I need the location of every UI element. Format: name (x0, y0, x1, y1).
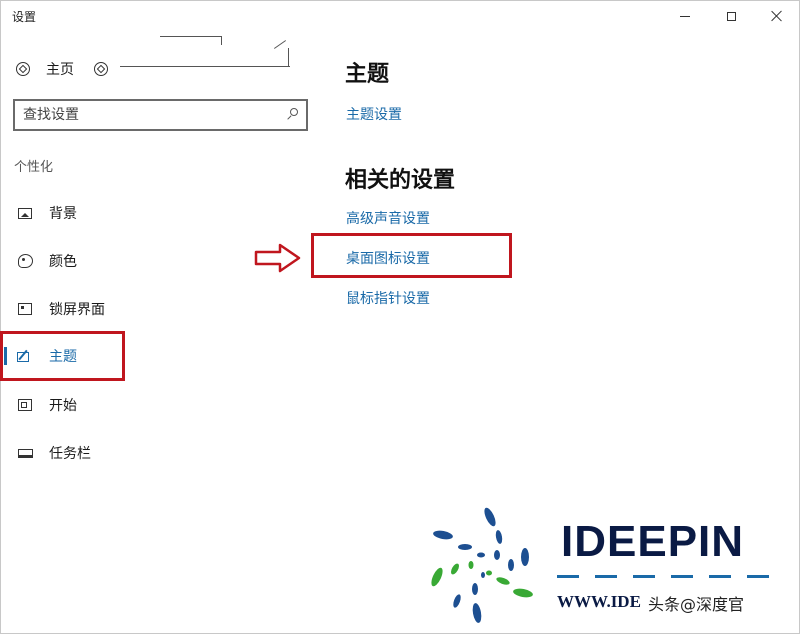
close-button[interactable] (754, 0, 800, 32)
sidebar-item-label: 开始 (49, 398, 77, 414)
palette-icon (17, 253, 33, 269)
taskbar-icon (17, 445, 33, 461)
window-title: 设置 (12, 10, 37, 24)
maximize-button[interactable] (708, 0, 754, 32)
image-icon (17, 205, 33, 221)
home-icon (16, 62, 30, 76)
sidebar-item-label: 任务栏 (49, 446, 91, 462)
watermark-brand: IDEEPIN (561, 517, 745, 566)
watermark-caption: 头条@深度官 (648, 595, 745, 614)
sidebar-item-label: 背景 (49, 206, 77, 222)
advanced-sound-settings-link[interactable]: 高级声音设置 (346, 208, 430, 228)
arrow-right-icon (254, 243, 301, 273)
lock-screen-icon (17, 301, 33, 317)
page-title: 主题 (345, 62, 390, 87)
sidebar-item-background[interactable]: 背景 (0, 198, 320, 228)
watermark-url: WWW.IDE (557, 592, 641, 611)
minimize-button[interactable] (662, 0, 708, 32)
scribble-mark (160, 36, 222, 45)
watermark-decoration (557, 569, 769, 583)
sidebar-item-label: 锁屏界面 (49, 302, 105, 318)
section-label: 个性化 (14, 160, 54, 175)
title-bar: 设置 (0, 0, 800, 32)
theme-settings-link[interactable]: 主题设置 (346, 104, 402, 124)
close-icon (771, 10, 783, 22)
highlight-box (0, 331, 125, 381)
search-icon[interactable] (287, 108, 298, 120)
related-settings-heading: 相关的设置 (345, 168, 456, 193)
sidebar-item-taskbar[interactable]: 任务栏 (0, 438, 320, 468)
home-link[interactable]: 主页 (16, 58, 108, 80)
maximize-icon (726, 11, 736, 21)
mouse-pointer-settings-link[interactable]: 鼠标指针设置 (346, 288, 430, 308)
logo-icon (431, 507, 533, 623)
home-label: 主页 (46, 62, 74, 78)
home-icon (94, 62, 108, 76)
scribble-mark (120, 66, 290, 67)
search-input[interactable] (23, 106, 273, 124)
scribble-mark (288, 48, 289, 66)
highlight-box (311, 233, 512, 278)
search-box[interactable] (13, 99, 308, 131)
start-icon (17, 397, 33, 413)
sidebar-item-start[interactable]: 开始 (0, 390, 320, 420)
sidebar-item-label: 颜色 (49, 254, 77, 270)
minimize-icon (680, 15, 690, 17)
sidebar-item-lock-screen[interactable]: 锁屏界面 (0, 294, 320, 324)
